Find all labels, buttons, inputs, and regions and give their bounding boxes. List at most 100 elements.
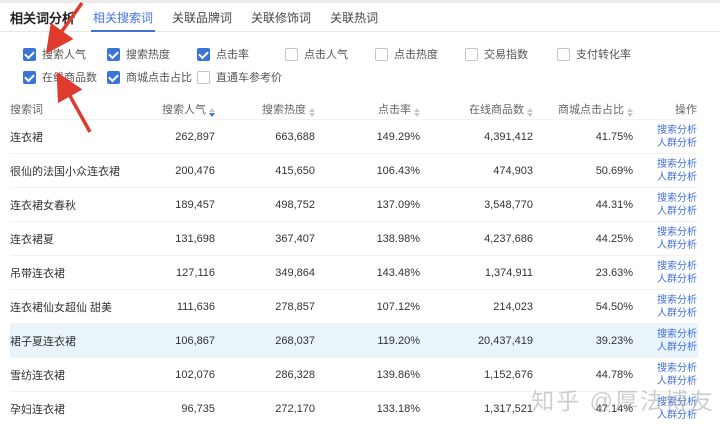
- crowd-analysis-link[interactable]: 人群分析: [657, 239, 697, 252]
- filter-点击率[interactable]: 点击率: [197, 46, 285, 62]
- filter-点击热度[interactable]: 点击热度: [375, 46, 465, 62]
- crowd-analysis-link[interactable]: 人群分析: [657, 137, 697, 150]
- cell-search-heat: 663,688: [215, 131, 315, 143]
- crowd-analysis-link[interactable]: 人群分析: [657, 171, 697, 184]
- table-row: 很仙的法国小众连衣裙200,476415,650106.43%474,90350…: [10, 153, 698, 187]
- checkbox-label: 支付转化率: [576, 46, 631, 62]
- filter-支付转化率[interactable]: 支付转化率: [557, 46, 720, 62]
- filter-直通车参考价[interactable]: 直通车参考价: [197, 69, 285, 85]
- cell-search-word: 裙子夏连衣裙: [10, 333, 160, 349]
- crowd-analysis-link[interactable]: 人群分析: [657, 341, 697, 354]
- crowd-analysis-link[interactable]: 人群分析: [657, 375, 697, 388]
- cell-search-heat: 278,857: [215, 301, 315, 313]
- checkbox-label: 直通车参考价: [216, 69, 282, 85]
- cell-operations: 搜索分析人群分析: [633, 294, 697, 320]
- cell-search-popularity: 131,698: [160, 233, 215, 245]
- filter-搜索人气[interactable]: 搜索人气: [23, 46, 107, 62]
- search-words-table: 搜索词搜索人气搜索热度 点击率在线商品数商城点击占比操作 连衣裙262,89766…: [0, 98, 720, 424]
- table-row: 孕妇连衣裙96,735272,170133.18%1,317,52147.14%…: [10, 391, 698, 424]
- table-row: 连衣裙夏131,698367,407138.98%4,237,68644.25%…: [10, 221, 698, 255]
- tab-相关搜索词[interactable]: 相关搜索词: [91, 3, 155, 31]
- checkbox-label: 点击热度: [394, 46, 438, 62]
- page-title: 相关词分析: [10, 8, 75, 27]
- column-header-点击率[interactable]: 点击率: [315, 101, 420, 117]
- cell-ctr: 106.43%: [315, 165, 420, 177]
- cell-search-word: 连衣裙女春秋: [10, 197, 160, 213]
- crowd-analysis-link[interactable]: 人群分析: [657, 273, 697, 286]
- column-header-搜索词: 搜索词: [10, 101, 160, 117]
- search-analysis-link[interactable]: 搜索分析: [657, 192, 697, 205]
- cell-search-word: 雪纺连衣裙: [10, 367, 160, 383]
- cell-search-popularity: 200,476: [160, 165, 215, 177]
- cell-operations: 搜索分析人群分析: [633, 396, 697, 422]
- checkbox-icon[interactable]: [23, 71, 36, 84]
- search-analysis-link[interactable]: 搜索分析: [657, 226, 697, 239]
- table-header-row: 搜索词搜索人气搜索热度 点击率在线商品数商城点击占比操作: [10, 98, 698, 119]
- cell-online-items: 4,391,412: [420, 131, 533, 143]
- cell-operations: 搜索分析人群分析: [633, 226, 697, 252]
- cell-operations: 搜索分析人群分析: [633, 260, 697, 286]
- search-analysis-link[interactable]: 搜索分析: [657, 362, 697, 375]
- filter-交易指数[interactable]: 交易指数: [465, 46, 557, 62]
- filter-搜索热度[interactable]: 搜索热度: [107, 46, 197, 62]
- table-row: 连衣裙女春秋189,457498,752137.09%3,548,77044.3…: [10, 187, 698, 221]
- cell-search-popularity: 96,735: [160, 403, 215, 415]
- cell-mall-click-share: 44.31%: [533, 199, 633, 211]
- checkbox-icon[interactable]: [375, 48, 388, 61]
- checkbox-icon[interactable]: [107, 71, 120, 84]
- cell-online-items: 20,437,419: [420, 335, 533, 347]
- column-header-在线商品数[interactable]: 在线商品数: [420, 101, 533, 117]
- checkbox-icon[interactable]: [197, 48, 210, 61]
- tab-关联品牌词[interactable]: 关联品牌词: [170, 3, 234, 31]
- checkbox-icon[interactable]: [285, 48, 298, 61]
- checkbox-icon[interactable]: [197, 71, 210, 84]
- cell-online-items: 1,374,911: [420, 267, 533, 279]
- cell-mall-click-share: 54.50%: [533, 301, 633, 313]
- checkbox-icon[interactable]: [465, 48, 478, 61]
- cell-ctr: 149.29%: [315, 131, 420, 143]
- filter-在线商品数[interactable]: 在线商品数: [23, 69, 107, 85]
- cell-search-heat: 367,407: [215, 233, 315, 245]
- cell-ctr: 143.48%: [315, 267, 420, 279]
- search-analysis-link[interactable]: 搜索分析: [657, 396, 697, 409]
- cell-search-word: 连衣裙: [10, 129, 160, 145]
- crowd-analysis-link[interactable]: 人群分析: [657, 205, 697, 218]
- cell-search-heat: 498,752: [215, 199, 315, 211]
- filter-row-1: 搜索人气搜索热度点击率点击人气 点击热度 交易指数 支付转化率: [23, 46, 720, 62]
- search-analysis-link[interactable]: 搜索分析: [657, 158, 697, 171]
- checkbox-icon[interactable]: [557, 48, 570, 61]
- cell-mall-click-share: 41.75%: [533, 131, 633, 143]
- cell-operations: 搜索分析人群分析: [633, 124, 697, 150]
- column-header-商城点击占比[interactable]: 商城点击占比: [533, 101, 633, 117]
- cell-search-heat: 415,650: [215, 165, 315, 177]
- column-header-搜索热度[interactable]: 搜索热度: [215, 101, 315, 117]
- search-analysis-link[interactable]: 搜索分析: [657, 294, 697, 307]
- tab-关联热词[interactable]: 关联热词: [328, 3, 380, 31]
- cell-search-popularity: 127,116: [160, 267, 215, 279]
- column-header-label: 点击率: [378, 104, 411, 116]
- column-header-操作: 操作: [633, 101, 697, 117]
- cell-ctr: 133.18%: [315, 403, 420, 415]
- metric-filters: 搜索人气搜索热度点击率点击人气 点击热度 交易指数 支付转化率 在线商品数商城点击占比…: [0, 32, 720, 98]
- crowd-analysis-link[interactable]: 人群分析: [657, 409, 697, 422]
- cell-search-popularity: 106,867: [160, 335, 215, 347]
- search-analysis-link[interactable]: 搜索分析: [657, 328, 697, 341]
- table-row: 连衣裙仙女超仙 甜美111,636278,857107.12%214,02354…: [10, 289, 698, 323]
- filter-商城点击占比[interactable]: 商城点击占比: [107, 69, 197, 85]
- filter-点击人气[interactable]: 点击人气: [285, 46, 375, 62]
- tabs: 相关搜索词关联品牌词关联修饰词关联热词: [91, 3, 380, 31]
- column-header-搜索人气[interactable]: 搜索人气: [160, 101, 215, 117]
- table-row: 吊带连衣裙127,116349,864143.48%1,374,91123.63…: [10, 255, 698, 289]
- cell-online-items: 474,903: [420, 165, 533, 177]
- cell-ctr: 119.20%: [315, 335, 420, 347]
- cell-search-word: 连衣裙仙女超仙 甜美: [10, 299, 160, 315]
- crowd-analysis-link[interactable]: 人群分析: [657, 307, 697, 320]
- tab-关联修饰词[interactable]: 关联修饰词: [249, 3, 313, 31]
- table-body: 连衣裙262,897663,688149.29%4,391,41241.75%搜…: [10, 119, 698, 424]
- search-analysis-link[interactable]: 搜索分析: [657, 124, 697, 137]
- checkbox-icon[interactable]: [107, 48, 120, 61]
- checkbox-icon[interactable]: [23, 48, 36, 61]
- cell-ctr: 137.09%: [315, 199, 420, 211]
- search-analysis-link[interactable]: 搜索分析: [657, 260, 697, 273]
- cell-operations: 搜索分析人群分析: [633, 362, 697, 388]
